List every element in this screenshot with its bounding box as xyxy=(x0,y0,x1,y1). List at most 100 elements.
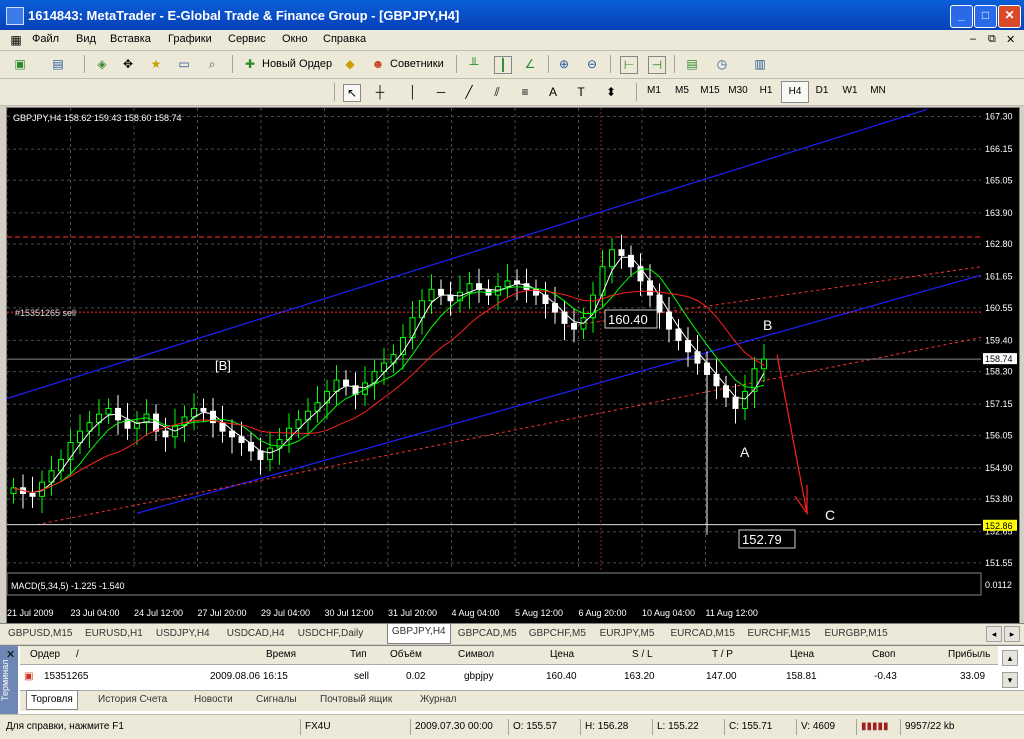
timeframe-mn-button[interactable]: MN xyxy=(865,81,891,101)
symbol-tab[interactable]: EURJPY,M5 xyxy=(600,626,655,642)
chart-shift-icon[interactable]: ⊣ xyxy=(648,56,666,74)
symbol-tab[interactable]: GBPUSD,M15 xyxy=(8,626,72,642)
col-swap[interactable]: Своп xyxy=(872,649,895,660)
new-chart-icon[interactable]: ▣ xyxy=(12,56,28,72)
tab-mailbox[interactable]: Почтовый ящик xyxy=(320,694,392,705)
bar-chart-icon[interactable]: ╨ xyxy=(466,56,482,72)
timeframe-m1-button[interactable]: M1 xyxy=(641,81,667,101)
mdi-close-button[interactable]: ✕ xyxy=(1006,33,1015,46)
col-tp[interactable]: T / P xyxy=(712,649,733,660)
equidistant-channel-icon[interactable]: ⫽ xyxy=(489,84,505,100)
tabs-scroll-left-button[interactable]: ◂ xyxy=(986,626,1002,642)
symbol-tab[interactable]: EURCAD,M15 xyxy=(671,626,735,642)
col-profit[interactable]: Прибыль xyxy=(948,649,990,660)
menu-item-tools[interactable]: Сервис xyxy=(228,33,266,45)
arrows-icon[interactable]: ⬍ xyxy=(603,84,619,100)
tab-trade[interactable]: Торговля xyxy=(26,690,78,710)
timeframe-m15-button[interactable]: M15 xyxy=(697,81,723,101)
vertical-line-icon[interactable]: │ xyxy=(405,84,421,100)
status-low: L: 155.22 xyxy=(652,719,725,735)
cell-swap: -0.43 xyxy=(874,671,897,682)
col-sl[interactable]: S / L xyxy=(632,649,653,660)
trendline-icon[interactable]: ╱ xyxy=(461,84,477,100)
line-chart-icon[interactable]: ∠ xyxy=(522,56,538,72)
timeframe-h1-button[interactable]: H1 xyxy=(753,81,779,101)
maximize-button[interactable]: □ xyxy=(974,5,997,28)
y-tick-label: 162.80 xyxy=(985,239,1013,249)
symbol-tab[interactable]: GBPCAD,M5 xyxy=(458,626,517,642)
menu-item-view[interactable]: Вид xyxy=(76,33,96,45)
timeframe-m5-button[interactable]: M5 xyxy=(669,81,695,101)
price-chart[interactable]: 167.30 166.15 165.05 163.90 162.80 161.65 160.… xyxy=(7,108,1019,623)
text-icon[interactable]: A xyxy=(545,84,561,100)
navigator-icon[interactable]: ★ xyxy=(148,56,164,72)
col-order[interactable]: Ордер xyxy=(30,649,60,660)
timeframe-h4-button[interactable]: H4 xyxy=(781,81,809,103)
tab-news[interactable]: Новости xyxy=(194,694,233,705)
col-price[interactable]: Цена xyxy=(550,649,574,660)
cell-volume: 0.02 xyxy=(406,671,426,682)
symbol-tab[interactable]: GBPJPY,H4 xyxy=(386,624,451,644)
auto-scroll-icon[interactable]: ⊢ xyxy=(620,56,638,74)
symbol-tab[interactable]: EURGBP,M15 xyxy=(825,626,888,642)
terminal-scroll-up-button[interactable]: ▴ xyxy=(1002,650,1018,666)
timeframe-m30-button[interactable]: M30 xyxy=(725,81,751,101)
symbol-tab[interactable]: GBPCHF,M5 xyxy=(529,626,586,642)
col-sort[interactable]: / xyxy=(76,649,79,660)
mdi-restore-button[interactable]: ⧉ xyxy=(988,33,996,46)
experts-button[interactable]: Советники xyxy=(390,55,444,73)
col-type[interactable]: Тип xyxy=(350,649,367,660)
zoom-in-icon[interactable]: ⊕ xyxy=(556,56,572,72)
periods-icon[interactable]: ◷ xyxy=(714,56,730,72)
symbol-tab[interactable]: USDCAD,H4 xyxy=(227,626,285,642)
symbol-tab[interactable]: EURUSD,H1 xyxy=(85,626,143,642)
menu-item-help[interactable]: Справка xyxy=(323,33,366,45)
title-bar[interactable]: 1614843: MetaTrader - E-Global Trade & F… xyxy=(0,0,1024,30)
terminal-icon[interactable]: ▭ xyxy=(176,56,192,72)
tester-icon[interactable]: ⌕ xyxy=(204,56,220,72)
col-time[interactable]: Время xyxy=(266,649,296,660)
status-help: Для справки, нажмите F1 xyxy=(6,721,124,732)
symbol-tab[interactable]: USDJPY,H4 xyxy=(156,626,210,642)
crosshair-icon[interactable]: ┼ xyxy=(372,84,388,100)
minimize-button[interactable]: _ xyxy=(950,5,973,28)
status-profile[interactable]: FX4U xyxy=(300,719,405,735)
data-window-icon[interactable]: ✥ xyxy=(120,56,136,72)
menu-item-file[interactable]: Файл xyxy=(32,33,59,45)
col-volume[interactable]: Объём xyxy=(390,649,422,660)
market-watch-icon[interactable]: ◈ xyxy=(94,56,110,72)
terminal-close-icon[interactable]: ✕ xyxy=(6,648,15,661)
metaeditor-icon[interactable]: ◆ xyxy=(342,56,358,72)
horizontal-line-icon[interactable]: ─ xyxy=(433,84,449,100)
close-button[interactable]: ✕ xyxy=(998,5,1021,28)
tab-journal[interactable]: Журнал xyxy=(420,694,457,705)
timeframe-w1-button[interactable]: W1 xyxy=(837,81,863,101)
menu-item-window[interactable]: Окно xyxy=(282,33,308,45)
status-high: H: 156.28 xyxy=(580,719,653,735)
tab-signals[interactable]: Сигналы xyxy=(256,694,297,705)
new-order-button[interactable]: Новый Ордер xyxy=(262,55,332,73)
indicators-icon[interactable]: ▤ xyxy=(684,56,700,72)
menu-item-charts[interactable]: Графики xyxy=(168,33,212,45)
tab-account-history[interactable]: История Счета xyxy=(98,694,167,705)
table-row[interactable]: ▣ 15351265 2009.08.06 16:15 sell 0.02 gb… xyxy=(20,668,998,688)
x-tick-label: 5 Aug 12:00 xyxy=(515,608,563,618)
symbol-tab[interactable]: EURCHF,M15 xyxy=(748,626,811,642)
symbol-tab[interactable]: USDCHF,Daily xyxy=(298,626,364,642)
col-symbol[interactable]: Символ xyxy=(458,649,494,660)
candlestick-chart-icon[interactable]: ┃ xyxy=(494,56,512,74)
fibonacci-icon[interactable]: ≡ xyxy=(517,84,533,100)
zoom-out-icon[interactable]: ⊖ xyxy=(584,56,600,72)
cell-cur-price: 158.81 xyxy=(786,671,817,682)
mdi-minimize-button[interactable]: – xyxy=(970,33,976,45)
menu-item-insert[interactable]: Вставка xyxy=(110,33,151,45)
templates-icon[interactable]: ▥ xyxy=(752,56,768,72)
tabs-scroll-right-button[interactable]: ▸ xyxy=(1004,626,1020,642)
chart-window[interactable]: 167.30 166.15 165.05 163.90 162.80 161.65 160.… xyxy=(6,107,1020,624)
col-cur-price[interactable]: Цена xyxy=(790,649,814,660)
timeframe-d1-button[interactable]: D1 xyxy=(809,81,835,101)
terminal-scroll-down-button[interactable]: ▾ xyxy=(1002,672,1018,688)
profiles-icon[interactable]: ▤ xyxy=(50,56,66,72)
cursor-icon[interactable]: ↖ xyxy=(343,84,361,102)
text-label-icon[interactable]: T xyxy=(573,84,589,100)
